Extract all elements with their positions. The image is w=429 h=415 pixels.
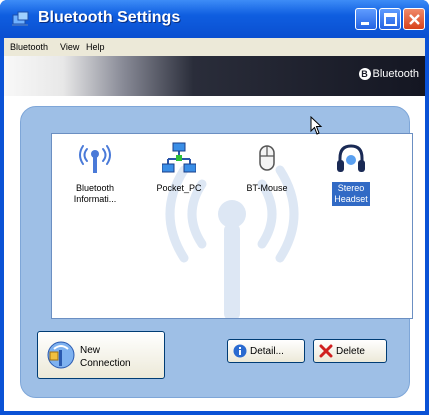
detail-label: Detail...	[250, 346, 284, 357]
minimize-button[interactable]	[355, 8, 377, 30]
detail-button[interactable]: Detail...	[227, 339, 305, 363]
headset-icon	[337, 144, 365, 172]
network-icon	[162, 142, 196, 173]
close-icon	[409, 14, 420, 25]
bluetooth-logo: B Bluetooth	[358, 68, 419, 80]
devices-panel: Bluetooth Informati... Pocket_PC BT-Mous…	[20, 106, 413, 398]
menu-help[interactable]: Help	[86, 42, 105, 52]
bluetooth-info-icon	[79, 145, 111, 173]
menu-bar: Bluetooth View Help	[4, 38, 425, 56]
device-list[interactable]: Bluetooth Informati... Pocket_PC BT-Mous…	[51, 133, 413, 319]
delete-x-icon	[319, 344, 333, 358]
device-label: Bluetooth Informati...	[73, 183, 117, 204]
bluetooth-app-icon	[12, 11, 29, 26]
menu-bluetooth[interactable]: Bluetooth	[10, 42, 48, 52]
menu-view[interactable]: View	[60, 42, 79, 52]
bluetooth-settings-window: Bluetooth Settings Bluetooth View Help B…	[0, 0, 429, 415]
close-button[interactable]	[403, 8, 425, 30]
device-label: Stereo Headset	[332, 182, 370, 206]
device-stereo-headset[interactable]: Stereo Headset	[316, 142, 386, 206]
minimize-icon	[361, 22, 369, 25]
info-icon	[233, 344, 247, 358]
delete-label: Delete	[336, 346, 365, 357]
device-label: Pocket_PC	[156, 183, 202, 193]
mouse-icon	[259, 145, 275, 171]
title-bar[interactable]: Bluetooth Settings	[0, 0, 429, 38]
new-connection-button[interactable]: New Connection	[37, 331, 165, 379]
bluetooth-logo-icon: B	[358, 68, 371, 80]
delete-button[interactable]: Delete	[313, 339, 387, 363]
maximize-button[interactable]	[379, 8, 401, 30]
mouse-pointer-icon	[310, 116, 323, 135]
device-bt-mouse[interactable]: BT-Mouse	[232, 142, 302, 195]
content-area: Bluetooth Informati... Pocket_PC BT-Mous…	[4, 96, 425, 411]
window-title: Bluetooth Settings	[38, 9, 181, 26]
device-label: BT-Mouse	[246, 183, 288, 193]
new-connection-icon	[47, 341, 75, 369]
device-bluetooth-information[interactable]: Bluetooth Informati...	[60, 142, 130, 206]
new-connection-label: New Connection	[80, 345, 131, 369]
device-pocket-pc[interactable]: Pocket_PC	[144, 142, 214, 195]
bluetooth-banner: B Bluetooth	[4, 56, 425, 96]
bluetooth-logo-text: Bluetooth	[372, 68, 419, 80]
maximize-icon	[384, 13, 397, 26]
